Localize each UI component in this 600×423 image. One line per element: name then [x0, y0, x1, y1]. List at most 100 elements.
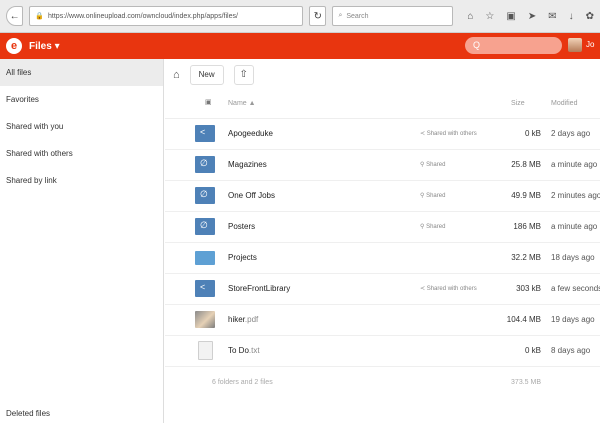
file-modified: 8 days ago: [551, 346, 591, 355]
file-name[interactable]: Posters: [228, 222, 255, 231]
folder-icon[interactable]: <: [195, 125, 215, 142]
file-size: 25.8 MB: [511, 160, 541, 169]
share-status[interactable]: ≺ Shared with others: [420, 285, 477, 292]
name-column-header[interactable]: Name ▲: [228, 100, 256, 107]
share-status[interactable]: ⚲ Shared: [420, 223, 445, 230]
sidebar-item-favorites[interactable]: Favorites: [0, 86, 163, 113]
folder-icon[interactable]: ∅: [195, 218, 215, 235]
browser-toolbar: ← 🔒 https://www.onlineupload.com/ownclou…: [0, 0, 600, 33]
file-name[interactable]: Magazines: [228, 160, 267, 169]
file-name-base: Posters: [228, 222, 256, 231]
file-row[interactable]: < StoreFrontLibrary ≺ Shared with others 30…: [165, 274, 600, 305]
upload-icon[interactable]: ⇧: [233, 64, 254, 85]
file-name[interactable]: StoreFrontLibrary: [228, 284, 290, 293]
file-size: 0 kB: [524, 129, 541, 138]
file-modified: 18 days ago: [551, 253, 595, 262]
file-size: 32.2 MB: [511, 253, 541, 262]
extension-icon[interactable]: ✿: [586, 11, 594, 22]
link-glyph-icon: ∅: [200, 158, 208, 168]
file-name-base: Projects: [228, 253, 257, 262]
app-search-input[interactable]: Q: [465, 37, 562, 54]
back-arrow-icon[interactable]: ←: [6, 6, 24, 26]
file-size: 0 kB: [524, 346, 541, 355]
link-glyph-icon: ∅: [200, 189, 208, 199]
total-size: 373.5 MB: [511, 379, 541, 386]
home-icon[interactable]: ⌂: [467, 11, 473, 22]
folder-icon[interactable]: [195, 251, 215, 265]
share-status[interactable]: ⚲ Shared: [420, 192, 445, 199]
sidebar-item-shared-with-others[interactable]: Shared with others: [0, 140, 163, 167]
search-icon: ⌕: [338, 12, 343, 19]
file-name-base: Magazines: [228, 160, 267, 169]
mail-icon[interactable]: ✉: [548, 11, 556, 22]
share-label: Shared: [426, 193, 446, 199]
file-name[interactable]: To Do.txt: [228, 346, 260, 355]
image-thumbnail-icon[interactable]: [195, 311, 215, 328]
share-glyph-icon: <: [200, 282, 206, 292]
file-name-base: StoreFrontLibrary: [228, 284, 291, 293]
document-icon[interactable]: [198, 341, 213, 360]
file-row[interactable]: Projects 32.2 MB 18 days ago: [165, 243, 600, 274]
clipboard-icon[interactable]: ▣: [506, 11, 515, 22]
sidebar-item-shared-with-you[interactable]: Shared with you: [0, 113, 163, 140]
send-icon[interactable]: ➤: [528, 11, 536, 22]
sidebar-item-shared-by-link[interactable]: Shared by link: [0, 167, 163, 194]
file-name[interactable]: hiker.pdf: [228, 315, 258, 324]
file-row[interactable]: < Apogeeduke ≺ Shared with others 0 kB 2 day…: [165, 119, 600, 150]
download-icon[interactable]: ↓: [569, 11, 574, 22]
star-icon[interactable]: ☆: [485, 11, 494, 22]
username-label[interactable]: Jo: [586, 40, 594, 49]
breadcrumb: ⌂ New ⇧: [165, 59, 600, 90]
share-icon: ≺: [420, 286, 427, 292]
size-column-header[interactable]: Size: [511, 100, 525, 107]
browser-search-placeholder: Search: [346, 12, 369, 20]
file-row[interactable]: ∅ Magazines ⚲ Shared 25.8 MB a minute ago: [165, 150, 600, 181]
share-status[interactable]: ≺ Shared with others: [420, 130, 477, 137]
file-row[interactable]: hiker.pdf 104.4 MB 19 days ago: [165, 305, 600, 336]
share-icon: ≺: [420, 131, 427, 137]
file-name-base: Apogeeduke: [228, 129, 273, 138]
browser-search-input[interactable]: ⌕ Search: [332, 6, 454, 26]
file-modified: 2 minutes ago: [551, 191, 600, 200]
file-modified: a minute ago: [551, 160, 598, 169]
folder-icon[interactable]: ∅: [195, 187, 215, 204]
file-size: 49.9 MB: [511, 191, 541, 200]
file-name[interactable]: One Off Jobs: [228, 191, 275, 200]
file-row[interactable]: ∅ One Off Jobs ⚲ Shared 49.9 MB 2 minutes ag…: [165, 181, 600, 212]
file-size: 186 MB: [513, 222, 541, 231]
file-modified: a minute ago: [551, 222, 598, 231]
file-row[interactable]: ∅ Posters ⚲ Shared 186 MB a minute ago: [165, 212, 600, 243]
file-row[interactable]: To Do.txt 0 kB 8 days ago: [165, 336, 600, 367]
folder-icon[interactable]: ∅: [195, 156, 215, 173]
file-modified: 2 days ago: [551, 129, 591, 138]
modified-column-header[interactable]: Modified: [551, 100, 577, 107]
avatar[interactable]: [568, 38, 582, 52]
lock-icon: 🔒: [35, 13, 45, 20]
sidebar-item-deleted-files[interactable]: Deleted files: [6, 409, 50, 418]
app-menu-title[interactable]: Files ▾: [29, 41, 60, 52]
select-all-checkbox[interactable]: ▣: [205, 98, 212, 106]
sidebar-item-all-files[interactable]: All files: [0, 59, 163, 86]
file-modified: 19 days ago: [551, 315, 595, 324]
file-name[interactable]: Projects: [228, 253, 257, 262]
home-breadcrumb-icon[interactable]: ⌂: [173, 69, 180, 81]
file-table-header: ▣ Name ▲ Size Modified: [165, 90, 600, 119]
file-extension: .txt: [248, 346, 260, 355]
reload-icon[interactable]: ↻: [309, 6, 327, 26]
share-status[interactable]: ⚲ Shared: [420, 161, 445, 168]
file-name[interactable]: Apogeeduke: [228, 129, 273, 138]
file-extension: .pdf: [244, 315, 259, 324]
file-name-base: One Off Jobs: [228, 191, 275, 200]
file-name-base: hiker: [228, 315, 245, 324]
share-glyph-icon: <: [200, 127, 206, 137]
share-label: Shared: [426, 162, 446, 168]
address-bar[interactable]: 🔒 https://www.onlineupload.com/owncloud/…: [29, 6, 304, 26]
link-glyph-icon: ∅: [200, 220, 208, 230]
sidebar: All files Favorites Shared with you Shar…: [0, 59, 164, 423]
share-label: Shared with others: [426, 131, 477, 137]
file-size: 303 kB: [516, 284, 541, 293]
app-logo-icon[interactable]: e: [6, 38, 22, 54]
folder-icon[interactable]: <: [195, 280, 215, 297]
new-button[interactable]: New: [189, 64, 224, 85]
url-text: https://www.onlineupload.com/owncloud/in…: [48, 12, 238, 20]
